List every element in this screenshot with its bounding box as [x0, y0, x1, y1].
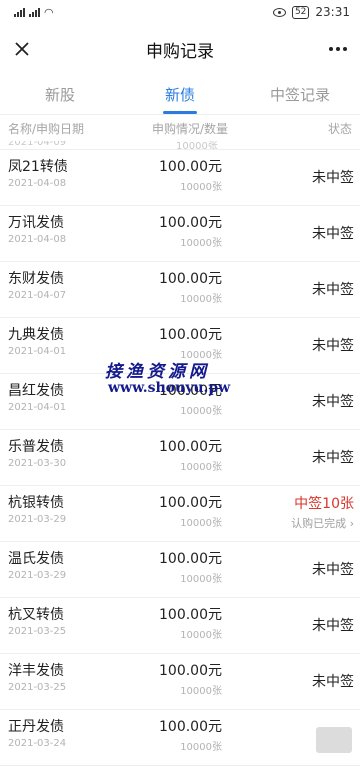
subscribe-date: 2021-03-24 — [8, 738, 67, 749]
subscribe-amount: 100.00元 — [159, 215, 222, 231]
blurred-area — [316, 727, 352, 753]
subscribe-amount: 100.00元 — [159, 327, 222, 343]
table-row[interactable]: 乐普发债 2021-03-30 100.00元 10000张 未中签 — [0, 430, 360, 486]
record-list: 凤21转债 2021-04-08 100.00元 10000张 未中签 万讯发债… — [0, 150, 360, 766]
close-button[interactable] — [6, 33, 38, 65]
subscribe-count: 10000张 — [180, 294, 222, 305]
subscribe-date: 2021-03-29 — [8, 514, 67, 525]
bond-name: 乐普发债 — [8, 439, 64, 455]
table-row[interactable]: 凤21转债 2021-04-08 100.00元 10000张 未中签 — [0, 150, 360, 206]
bond-name: 九典发债 — [8, 327, 64, 343]
subscribe-date: 2021-04-08 — [8, 178, 67, 189]
subscribe-date: 2021-04-08 — [8, 234, 67, 245]
subscribe-amount: 100.00元 — [159, 271, 222, 287]
subscribe-date: 2021-03-30 — [8, 458, 67, 469]
subscribe-date: 2021-04-01 — [8, 346, 67, 357]
tab-new-bonds[interactable]: 新债 — [120, 74, 240, 114]
row-date: 2021-04-09 — [8, 141, 67, 148]
status-text: 未中签 — [312, 226, 354, 242]
subscribe-count: 10000张 — [180, 686, 222, 697]
page-title: 申购记录 — [146, 41, 214, 62]
subscribe-count: 10000张 — [180, 518, 222, 529]
status-text: 未中签 — [312, 170, 354, 186]
subscribe-amount: 100.00元 — [159, 607, 222, 623]
signal-icon — [29, 7, 40, 17]
clock: 23:31 — [315, 5, 350, 19]
bond-name: 洋丰发债 — [8, 663, 64, 679]
status-text: 未中签 — [312, 338, 354, 354]
status-text: 中签10张 — [294, 496, 354, 512]
subscribe-amount: 100.00元 — [159, 495, 222, 511]
eye-comfort-icon — [272, 7, 286, 17]
column-amount-qty: 申购情况/数量 — [151, 121, 228, 136]
subscribe-date: 2021-04-01 — [8, 402, 67, 413]
subscribe-count: 10000张 — [180, 630, 222, 641]
bond-name: 杭银转债 — [8, 495, 64, 511]
tab-bar: 新股 新债 中签记录 — [0, 74, 360, 115]
bond-name: 凤21转债 — [8, 159, 68, 175]
column-name-date: 名称/申购日期 — [8, 121, 85, 136]
column-status: 状态 — [327, 121, 352, 136]
status-right: 52 23:31 — [272, 5, 350, 19]
status-text: 未中签 — [312, 450, 354, 466]
subscribe-count: 10000张 — [180, 462, 222, 473]
tab-new-stocks[interactable]: 新股 — [0, 74, 120, 114]
watermark-url: www.shouyu.pw — [108, 380, 231, 396]
subscribe-amount: 100.00元 — [159, 663, 222, 679]
table-row[interactable]: 杭银转债 2021-03-29 100.00元 10000张 中签10张 认购已… — [0, 486, 360, 542]
subscribe-date: 2021-03-29 — [8, 570, 67, 581]
table-row[interactable]: 东财发债 2021-04-07 100.00元 10000张 未中签 — [0, 262, 360, 318]
watermark-title: 接渔资源网 — [105, 362, 210, 382]
subscribe-count: 10000张 — [180, 742, 222, 753]
status-bar: ◠ 52 23:31 — [0, 0, 360, 24]
title-bar: 申购记录 — [0, 24, 360, 74]
battery-icon: 52 — [291, 5, 310, 19]
more-button[interactable] — [322, 33, 354, 65]
bond-name: 东财发债 — [8, 271, 64, 287]
bond-name: 杭叉转债 — [8, 607, 64, 623]
partial-row: 2021-04-09 10000张 — [0, 141, 360, 150]
table-row[interactable]: 杭叉转债 2021-03-25 100.00元 10000张 未中签 — [0, 598, 360, 654]
status-text: 未中签 — [312, 562, 354, 578]
subscribe-amount: 100.00元 — [159, 719, 222, 735]
subscribe-date: 2021-04-07 — [8, 290, 67, 301]
bond-name: 万讯发债 — [8, 215, 64, 231]
table-row[interactable]: 万讯发债 2021-04-08 100.00元 10000张 未中签 — [0, 206, 360, 262]
bond-name: 昌红发债 — [8, 383, 64, 399]
subscribe-count: 10000张 — [180, 406, 222, 417]
table-row[interactable]: 温氏发债 2021-03-29 100.00元 10000张 未中签 — [0, 542, 360, 598]
more-icon — [329, 47, 347, 51]
subscribe-amount: 100.00元 — [159, 159, 222, 175]
bond-name: 正丹发债 — [8, 719, 64, 735]
table-row[interactable]: 正丹发债 2021-03-24 100.00元 10000张 — [0, 710, 360, 766]
subscribe-date: 2021-03-25 — [8, 626, 67, 637]
subscription-complete-link[interactable]: 认购已完成 › — [291, 515, 354, 531]
signal-icon — [14, 7, 25, 17]
status-text: 未中签 — [312, 674, 354, 690]
signal-indicators: ◠ — [14, 6, 54, 19]
subscribe-amount: 100.00元 — [159, 551, 222, 567]
subscribe-amount: 100.00元 — [159, 439, 222, 455]
row-count: 10000张 — [176, 141, 218, 150]
subscribe-count: 10000张 — [180, 238, 222, 249]
status-text: 未中签 — [312, 618, 354, 634]
close-icon — [15, 42, 29, 56]
status-text: 未中签 — [312, 282, 354, 298]
subscribe-count: 10000张 — [180, 574, 222, 585]
status-text: 未中签 — [312, 394, 354, 410]
column-header: 名称/申购日期 申购情况/数量 状态 — [0, 115, 360, 141]
bond-name: 温氏发债 — [8, 551, 64, 567]
tab-winning-records[interactable]: 中签记录 — [240, 74, 360, 114]
table-row[interactable]: 洋丰发债 2021-03-25 100.00元 10000张 未中签 — [0, 654, 360, 710]
subscribe-count: 10000张 — [180, 182, 222, 193]
subscribe-date: 2021-03-25 — [8, 682, 67, 693]
wifi-icon: ◠ — [44, 5, 54, 19]
